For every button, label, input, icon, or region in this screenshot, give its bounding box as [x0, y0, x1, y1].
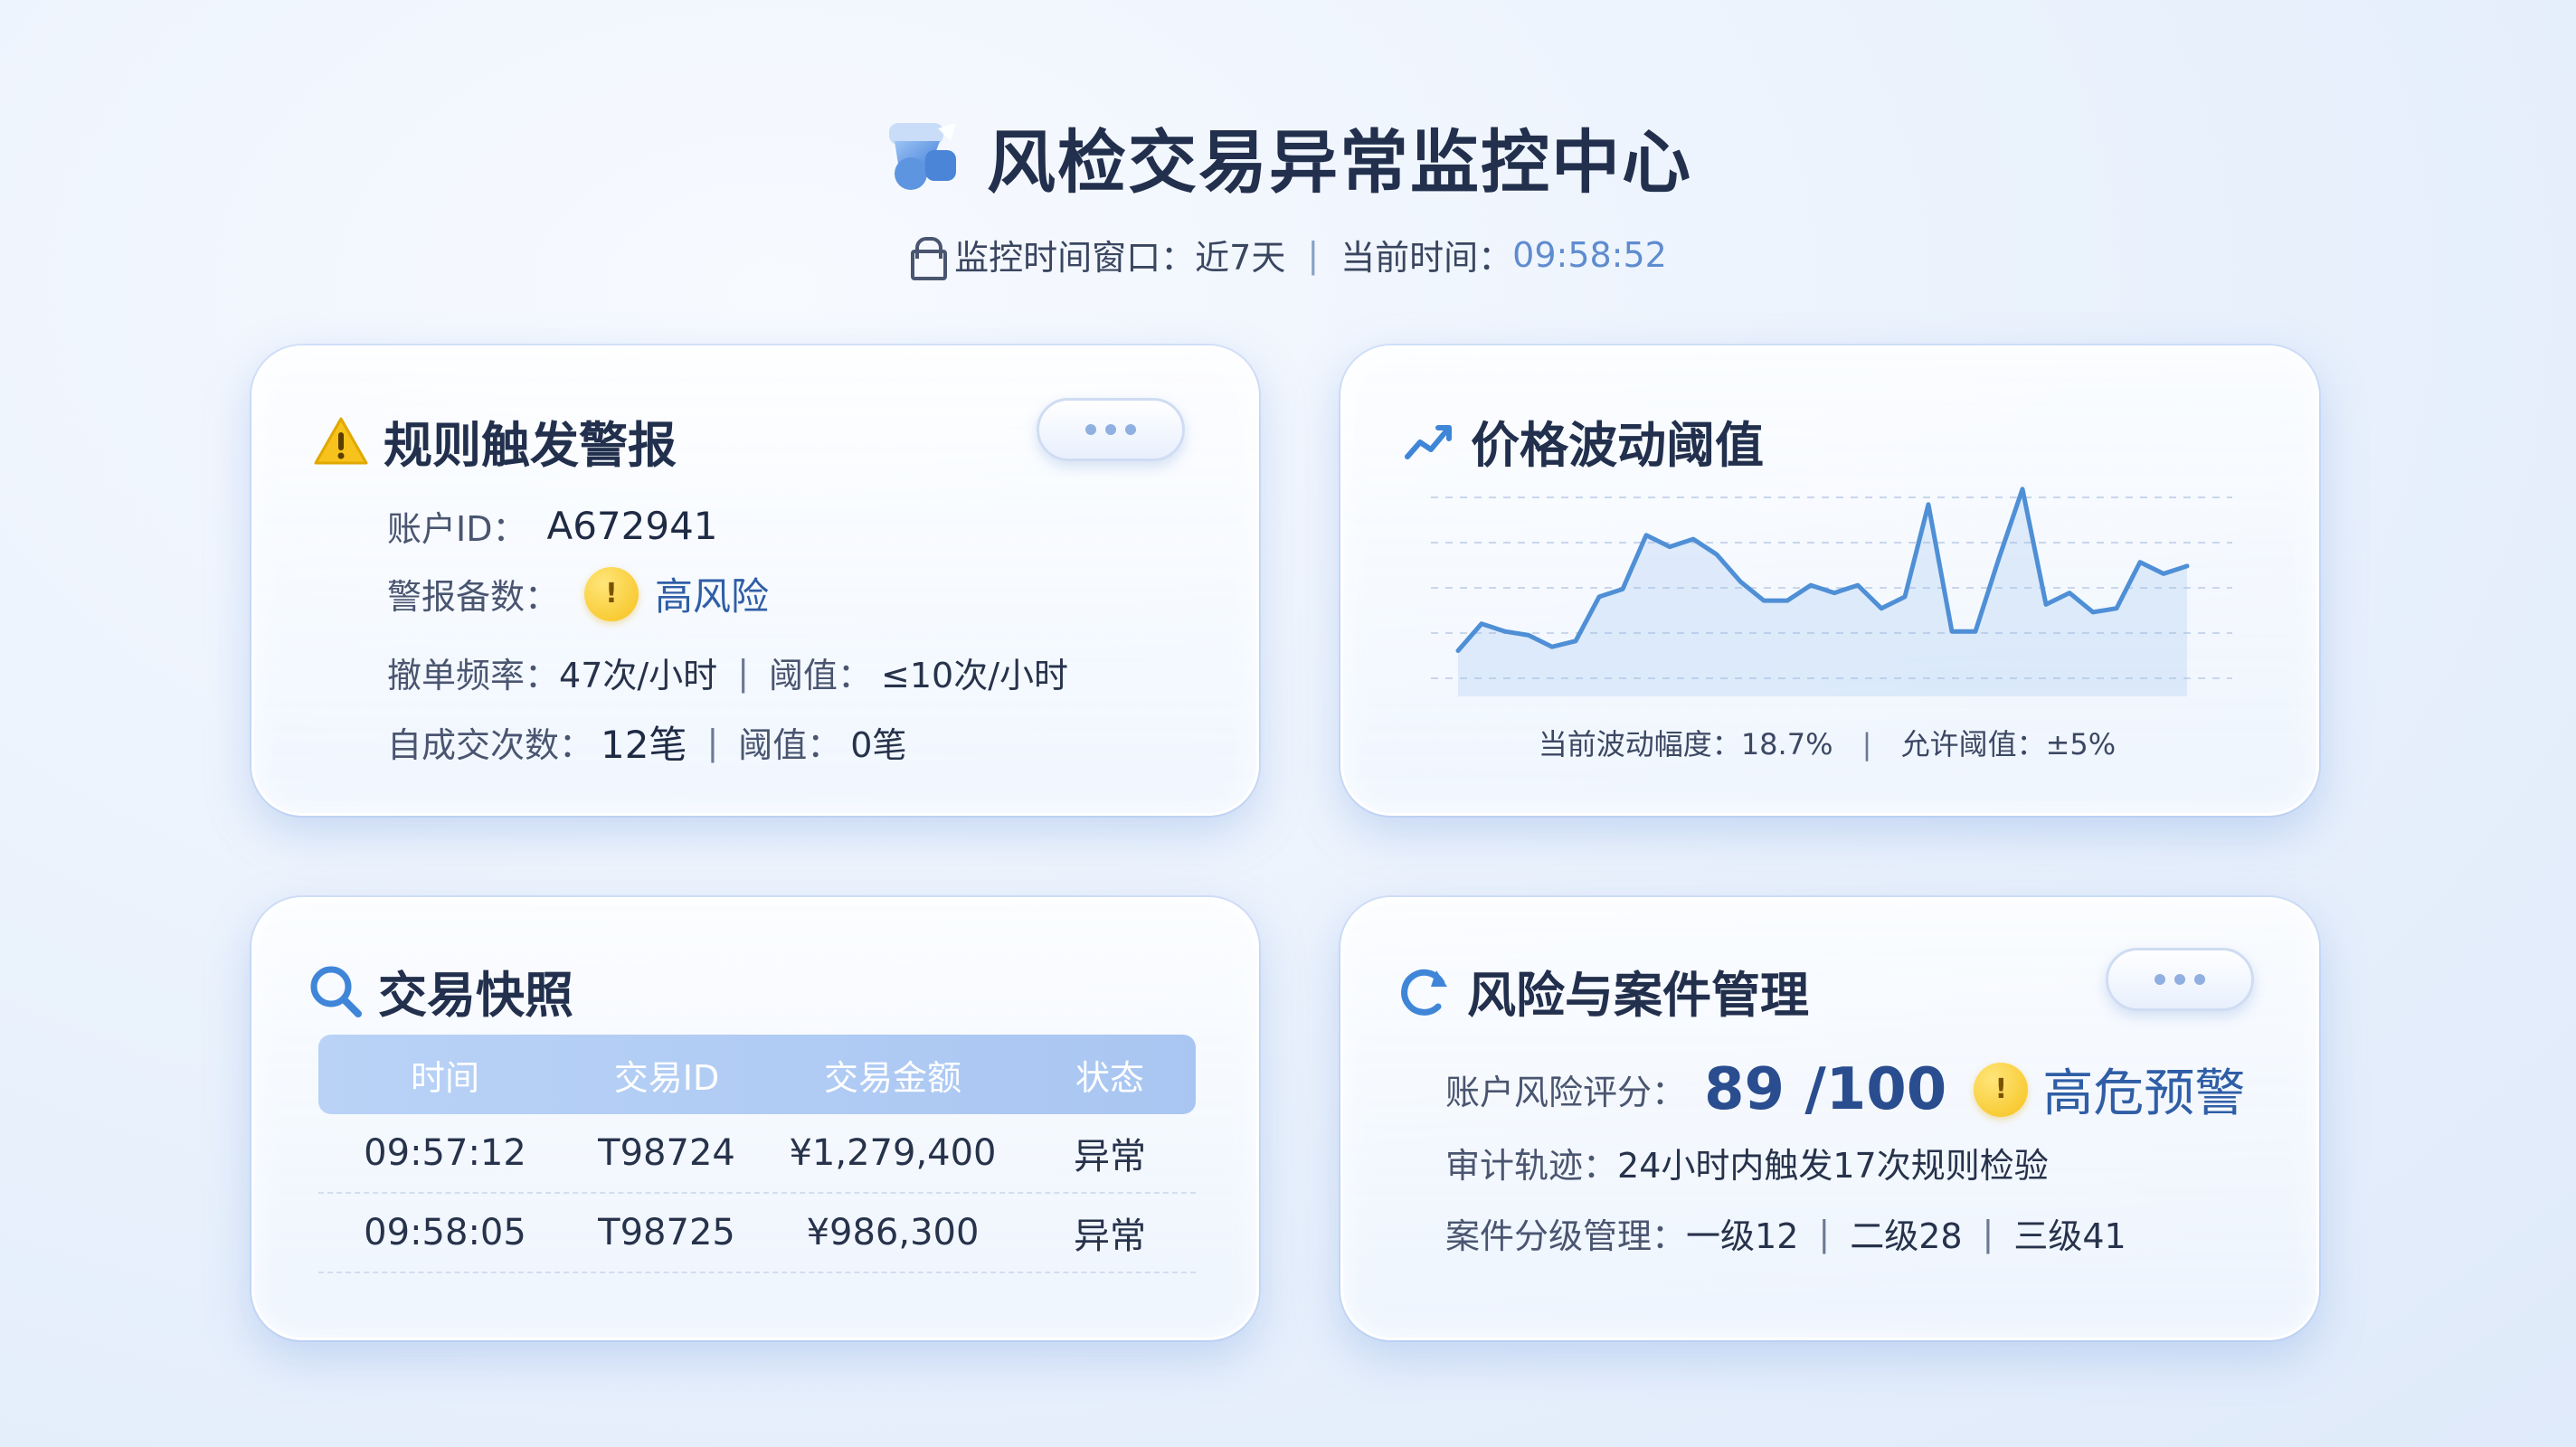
search-icon: [310, 966, 362, 1017]
table-header: 时间 交易ID 交易金额 状态: [318, 1035, 1196, 1114]
rule-alert-title-text: 规则触发警报: [384, 417, 677, 474]
case-level-1: 一级12: [1686, 1216, 1799, 1256]
risk-score-label: 账户风险评分：: [1445, 1073, 1687, 1112]
cell-time: 09:58:05: [364, 1212, 526, 1253]
cancel-threshold-label: 阈值：: [769, 656, 873, 695]
cell-amount: ¥986,300: [806, 1212, 980, 1253]
time-label: 当前时间：: [1340, 238, 1513, 278]
lock-icon: [909, 236, 948, 280]
col-amount: 交易金额: [823, 1057, 961, 1098]
dot: [2174, 974, 2185, 985]
table-row[interactable]: 09:57:12 T98724 ¥1,279,400 异常: [318, 1114, 1196, 1194]
snapshot-title-text: 交易快照: [378, 967, 573, 1024]
dot: [1085, 424, 1096, 435]
cancel-label: 撤单频率：: [387, 656, 560, 695]
col-status: 状态: [1075, 1057, 1144, 1098]
separator: |: [1307, 234, 1320, 275]
cancel-frequency-row: 撤单频率： 47次/小时 | 阈值： ≤10次/小时: [387, 648, 1068, 697]
case-more-button[interactable]: [2106, 948, 2254, 1011]
case-level-label: 案件分级管理：: [1445, 1216, 1687, 1256]
cell-amount: ¥1,279,400: [789, 1132, 997, 1174]
audit-value: 24小时内触发17次规则检验: [1617, 1146, 2049, 1186]
rule-alert-more-button[interactable]: [1037, 398, 1185, 461]
cell-id: T98724: [598, 1132, 735, 1174]
self-trade-row: 自成交次数： 12笔 | 阈值： 0笔: [387, 714, 906, 770]
self-trade-threshold-label: 阈值：: [738, 725, 842, 765]
audit-label: 审计轨迹：: [1445, 1146, 1618, 1186]
volatility-title-text: 价格波动阈值: [1471, 417, 1764, 474]
self-trade-value: 12笔: [601, 723, 687, 767]
volatility-line-chart: [1431, 487, 2232, 696]
snapshot-title: 交易快照: [308, 955, 573, 1026]
allowed-threshold-value: ±5%: [2045, 727, 2117, 761]
account-row: 账户ID： A672941: [387, 501, 718, 551]
warning-dot-icon: !: [1974, 1062, 2029, 1117]
volatility-title: 价格波动阈值: [1402, 405, 1764, 477]
separator: |: [737, 652, 749, 693]
separator: |: [1982, 1213, 1994, 1253]
high-risk-warning: 高危预警: [2042, 1064, 2246, 1123]
separator: |: [1861, 727, 1872, 761]
self-trade-threshold-value: 0笔: [850, 725, 907, 765]
separator: |: [706, 722, 719, 762]
trend-icon: [1405, 424, 1452, 459]
cell-status: 异常: [1074, 1136, 1146, 1177]
page-header: 风检交易异常监控中心 监控时间窗口： 近7天 | 当前时间： 09:58:52: [0, 107, 2576, 280]
current-volatility-value: 18.7%: [1740, 727, 1833, 761]
allowed-threshold-label: 允许阈值：: [1900, 727, 2046, 761]
monitor-window-bar: 监控时间窗口： 近7天 | 当前时间： 09:58:52: [0, 230, 2576, 280]
separator: |: [1818, 1213, 1831, 1253]
cancel-threshold-value: ≤10次/小时: [881, 656, 1069, 695]
volatility-caption: 当前波动幅度：18.7% | 允许阈值：±5%: [1339, 722, 2316, 763]
dot: [1105, 424, 1116, 435]
series-area: [1458, 488, 2187, 696]
case-title: 风险与案件管理: [1397, 955, 1809, 1026]
audit-row: 审计轨迹： 24小时内触发17次规则检验: [1445, 1138, 2049, 1187]
cell-status: 异常: [1074, 1215, 1146, 1257]
case-level-3: 三级41: [2013, 1216, 2126, 1256]
case-level-row: 案件分级管理： 一级12 | 二级28 | 三级41: [1445, 1208, 2126, 1258]
window-value: 近7天: [1195, 238, 1286, 278]
table-row[interactable]: 09:58:05 T98725 ¥986,300 异常: [318, 1194, 1196, 1273]
case-level-2: 二级28: [1850, 1216, 1963, 1256]
warning-dot-icon: !: [584, 566, 639, 621]
dot: [1125, 424, 1136, 435]
dot: [2194, 974, 2205, 985]
alert-level-row: 警报备数： ! 高风险: [387, 566, 769, 621]
cell-time: 09:57:12: [364, 1132, 526, 1174]
cancel-value: 47次/小时: [559, 656, 718, 695]
page-title: 风检交易异常监控中心: [987, 122, 1692, 203]
dot: [2155, 974, 2165, 985]
account-value: A672941: [546, 504, 718, 548]
transaction-table: 时间 交易ID 交易金额 状态 09:57:12 T98724 ¥1,279,4…: [318, 1035, 1196, 1273]
rule-alert-title: 规则触发警报: [313, 405, 677, 477]
case-title-text: 风险与案件管理: [1467, 967, 1809, 1024]
cell-id: T98725: [598, 1212, 735, 1253]
alert-level-label: 警报备数：: [387, 577, 560, 617]
volatility-chart: [1431, 470, 2232, 696]
window-label: 监控时间窗口：: [954, 238, 1196, 278]
shield-logo-icon: [884, 116, 965, 197]
alert-level-value: 高风险: [655, 574, 770, 619]
risk-score-value: 89 /100: [1704, 1055, 1947, 1123]
self-trade-label: 自成交次数：: [387, 725, 594, 765]
current-volatility-label: 当前波动幅度：: [1538, 727, 1741, 761]
current-time: 09:58:52: [1512, 234, 1667, 275]
warning-icon: [314, 417, 368, 464]
risk-score-row: 账户风险评分： 89 /100 ! 高危预警: [1445, 1053, 2245, 1126]
col-id: 交易ID: [613, 1057, 720, 1098]
account-label: 账户ID：: [387, 509, 527, 549]
col-time: 时间: [410, 1057, 479, 1098]
refresh-icon: [1401, 969, 1447, 1016]
